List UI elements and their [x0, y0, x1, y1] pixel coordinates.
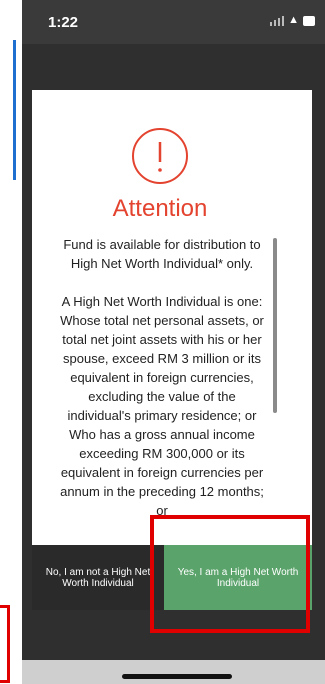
dialog-body[interactable]: Fund is available for distribution to Hi…: [56, 235, 268, 535]
status-bar: 1:22 ▲: [22, 0, 325, 44]
previous-screen-edge: [0, 0, 22, 684]
home-indicator[interactable]: [122, 674, 232, 679]
status-icons: ▲: [270, 15, 315, 26]
highlight-box: [150, 515, 310, 633]
highlight-marker: [0, 605, 10, 683]
signal-icon: [270, 15, 285, 26]
scrollbar[interactable]: [273, 238, 277, 413]
battery-icon: [303, 16, 315, 26]
alert-circle-icon: [132, 128, 188, 184]
wifi-icon: ▲: [288, 14, 299, 26]
blue-edge-accent: [13, 40, 16, 180]
eligibility-text: Fund is available for distribution to Hi…: [63, 237, 261, 271]
status-time: 1:22: [48, 14, 79, 31]
bottom-bar: [22, 660, 325, 684]
definition-text: A High Net Worth Individual is one: Whos…: [60, 294, 264, 518]
dialog-title: Attention: [112, 195, 208, 222]
decline-button[interactable]: No, I am not a High Net Worth Individual: [32, 545, 164, 610]
